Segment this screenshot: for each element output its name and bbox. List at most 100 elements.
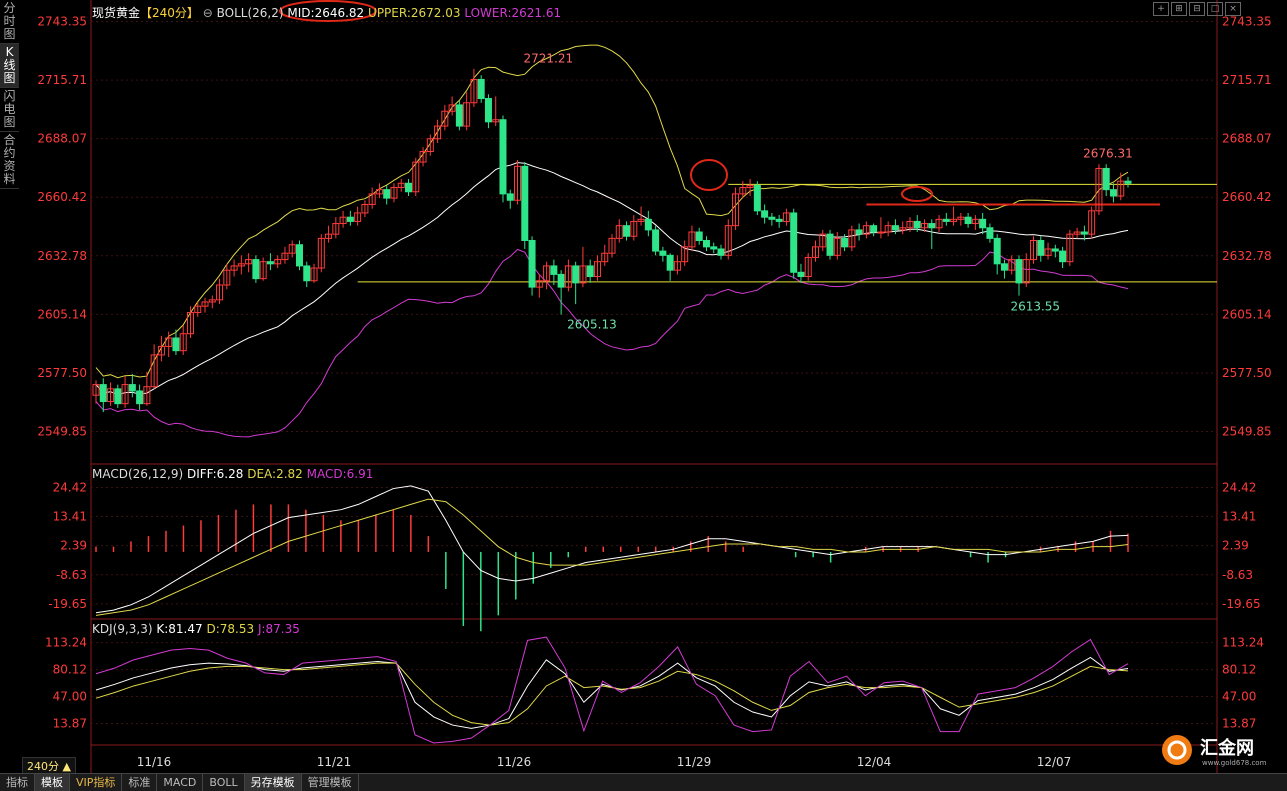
- candle-body: [521, 165, 529, 241]
- candle-body: [666, 254, 674, 271]
- candle-body: [841, 237, 849, 248]
- bottom-tab-6[interactable]: 另存模板: [244, 774, 302, 791]
- date-tick-label: 11/16: [137, 755, 172, 769]
- kdj-k-value: K:81.47: [156, 622, 203, 636]
- settings-icon[interactable]: ⊖: [203, 6, 213, 20]
- candle-body: [753, 184, 761, 212]
- macd-tick-left: 24.42: [53, 480, 87, 494]
- restore-icon[interactable]: □: [1207, 2, 1223, 16]
- candle-body: [797, 271, 805, 278]
- candle-body: [136, 390, 144, 405]
- candle-body: [891, 225, 899, 231]
- price-tick-left: 2715.71: [37, 73, 87, 87]
- price-tick-left: 2549.85: [37, 425, 87, 439]
- boll-mid-value: MID:2646.82: [287, 6, 365, 20]
- candle-body: [557, 273, 565, 288]
- macd-tick-right: 2.39: [1222, 539, 1249, 553]
- candle-body: [383, 189, 391, 199]
- kdj-tick-left: 113.24: [45, 636, 87, 650]
- candle-body: [1015, 259, 1023, 284]
- bottom-tab-2[interactable]: VIP指标: [70, 774, 123, 791]
- candle-body: [252, 259, 260, 280]
- bottom-tab-3[interactable]: 标准: [122, 774, 158, 791]
- boll-lower-value: LOWER:2621.61: [464, 6, 562, 20]
- candle-body: [644, 218, 652, 231]
- zoom-in-icon[interactable]: ⊞: [1171, 2, 1187, 16]
- candle-body: [1080, 231, 1088, 235]
- bottom-tab-7[interactable]: 管理模板: [302, 774, 359, 791]
- macd-tick-right: -19.65: [1222, 597, 1261, 611]
- crosshair-icon[interactable]: +: [1153, 2, 1169, 16]
- macd-tick-right: 13.41: [1222, 510, 1256, 524]
- macd-label: MACD(26,12,9): [92, 467, 184, 481]
- price-annotation: 2613.55: [1010, 300, 1060, 314]
- candle-body: [928, 223, 936, 229]
- candle-body: [870, 225, 878, 233]
- candle-body: [913, 220, 921, 229]
- bottom-tab-0[interactable]: 指标: [0, 774, 35, 791]
- candle-body: [1109, 189, 1117, 197]
- kdj-tick-left: 13.87: [53, 717, 87, 731]
- boll-label: BOLL(26,2): [216, 6, 284, 20]
- date-tick-label: 11/29: [677, 755, 712, 769]
- bottom-tab-4[interactable]: MACD: [157, 774, 204, 791]
- price-tick-right: 2605.14: [1222, 307, 1272, 321]
- candle-body: [586, 265, 594, 278]
- candle-body: [572, 265, 580, 284]
- candle-body: [710, 246, 718, 250]
- kdj-j-value: J:87.35: [257, 622, 300, 636]
- kdj-label: KDJ(9,3,3): [92, 622, 153, 636]
- candle-body: [128, 384, 136, 392]
- chart-toolbar: + ⊞ ⊟ □ ×: [1153, 2, 1241, 16]
- candle-body: [826, 233, 834, 256]
- price-tick-right: 2688.07: [1222, 132, 1272, 146]
- kdj-tick-left: 47.00: [53, 690, 87, 704]
- candle-body: [499, 119, 507, 195]
- price-annotation: 2605.13: [567, 317, 617, 331]
- candle-body: [550, 265, 558, 275]
- candle-body: [484, 98, 492, 123]
- date-tick-label: 12/04: [857, 755, 892, 769]
- close-icon[interactable]: ×: [1225, 2, 1241, 16]
- price-tick-right: 2577.50: [1222, 366, 1272, 380]
- candle-body: [761, 210, 769, 218]
- macd-value: MACD:6.91: [306, 467, 374, 481]
- kdj-tick-right: 80.12: [1222, 663, 1256, 677]
- bottom-tab-1[interactable]: 模板: [35, 774, 70, 791]
- candle-body: [528, 240, 536, 288]
- kdj-k-line: [95, 656, 1129, 729]
- macd-diff-value: DIFF:6.28: [186, 467, 244, 481]
- candle-body: [455, 104, 463, 127]
- logo-mark: [1162, 735, 1192, 765]
- price-tick-left: 2577.50: [37, 366, 87, 380]
- price-tick-right: 2632.78: [1222, 249, 1272, 263]
- price-annotation: 2676.31: [1083, 147, 1133, 161]
- candle-body: [172, 337, 180, 352]
- candle-body: [986, 227, 994, 239]
- candle-body: [506, 193, 514, 201]
- candle-body: [266, 261, 274, 265]
- kdj-header: KDJ(9,3,3) K:81.47 D:78.53 J:87.35: [92, 622, 300, 636]
- candle-body: [114, 388, 122, 405]
- price-tick-left: 2743.35: [37, 14, 87, 28]
- boll-upper-value: UPPER:2672.03: [368, 6, 461, 20]
- candle-body: [877, 231, 885, 234]
- candle-body: [979, 218, 987, 229]
- price-tick-right: 2549.85: [1222, 425, 1272, 439]
- kdj-d-line: [95, 662, 1129, 726]
- kdj-tick-right: 47.00: [1222, 690, 1256, 704]
- logo-name: 汇金网: [1200, 737, 1254, 759]
- candle-body: [405, 182, 413, 193]
- chart-canvas[interactable]: 2743.35 2743.35 2715.71 2715.71 2688.07 2688.…: [0, 0, 1287, 790]
- price-header: 现货黄金【240分】 ⊖ BOLL(26,2) MID:2646.82 UPPE…: [92, 4, 561, 21]
- macd-tick-right: -8.63: [1222, 568, 1253, 582]
- bottom-tab-5[interactable]: BOLL: [203, 774, 245, 791]
- candle-body: [303, 265, 311, 282]
- price-tick-left: 2605.14: [37, 307, 87, 321]
- price-tick-left: 2660.42: [37, 190, 87, 204]
- candle-body: [1059, 250, 1067, 263]
- date-tick-label: 11/26: [497, 755, 532, 769]
- candle-body: [702, 240, 710, 248]
- macd-tick-left: 2.39: [60, 539, 87, 553]
- zoom-out-icon[interactable]: ⊟: [1189, 2, 1205, 16]
